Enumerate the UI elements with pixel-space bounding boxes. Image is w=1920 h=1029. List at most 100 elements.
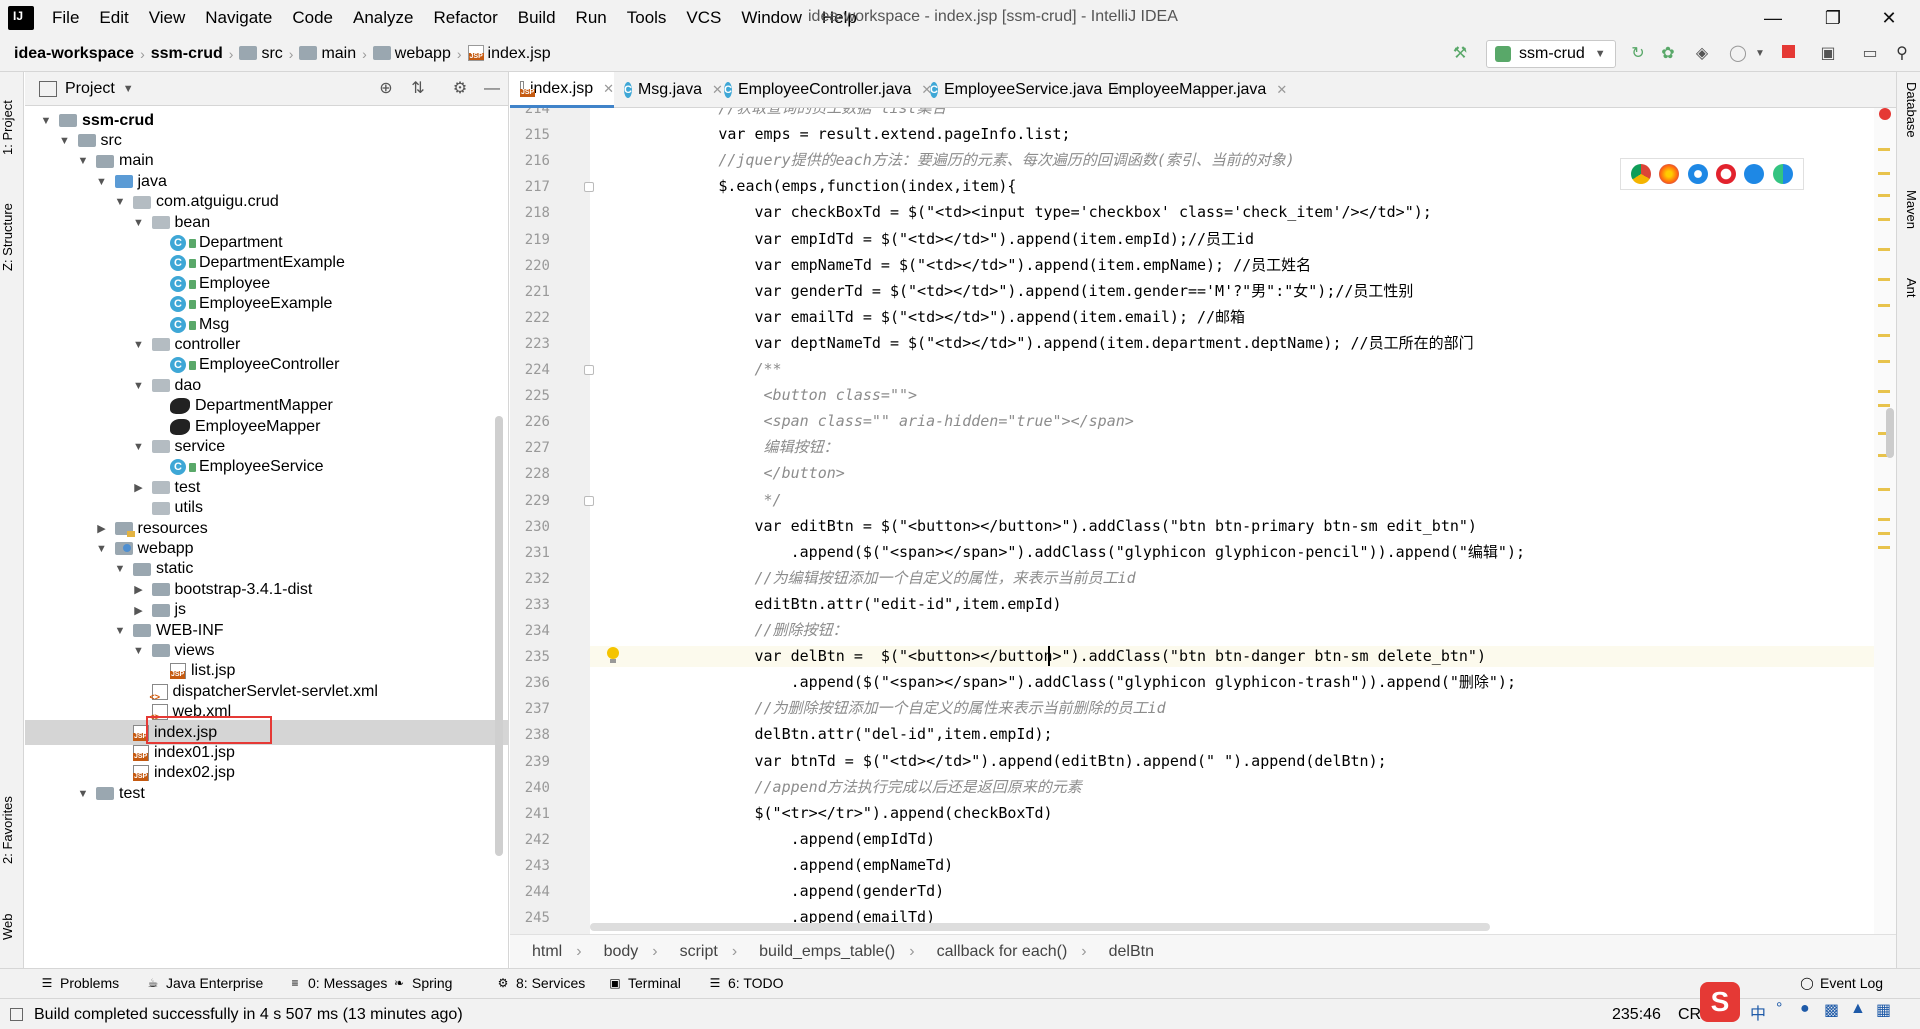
chevron-down-icon[interactable]: ▼ — [123, 83, 134, 95]
build-hammer-icon[interactable]: ⚒ — [1450, 44, 1470, 64]
menu-item-file[interactable]: File — [52, 8, 79, 28]
debug-icon[interactable]: ✿ — [1658, 44, 1678, 64]
tool-tab-database[interactable]: Database — [1899, 82, 1919, 168]
ie-icon[interactable] — [1744, 164, 1765, 184]
chevron-down-icon[interactable]: ▼ — [95, 176, 109, 188]
chevron-down-icon[interactable]: ▼ — [39, 115, 53, 127]
breadcrumb-item[interactable]: index.jsp — [467, 45, 551, 63]
status-message[interactable]: Build completed successfully in 4 s 507 … — [34, 1006, 463, 1024]
code-line[interactable]: editBtn.attr("edit-id",item.empId) — [610, 594, 1061, 615]
code-line[interactable]: .append($("<span></span>").addClass("gly… — [610, 542, 1525, 563]
tree-item[interactable]: ▼ test — [25, 781, 508, 806]
warning-marker[interactable] — [1878, 488, 1890, 491]
code-line[interactable]: //为删除按钮添加一个自定义的属性来表示当前删除的员工id — [610, 698, 1165, 719]
warning-marker[interactable] — [1878, 218, 1890, 221]
chevron-down-icon[interactable]: ▼ — [58, 135, 72, 147]
code-line[interactable]: delBtn.attr("del-id",item.empId); — [610, 724, 1052, 745]
chevron-down-icon[interactable]: ▼ — [95, 543, 109, 555]
tool-window-8-services[interactable]: ⚙ 8: Services — [496, 975, 586, 991]
ime-language-label[interactable]: 中 — [1750, 1000, 1766, 1024]
editor-tab[interactable]: index.jsp ✕ — [510, 72, 614, 108]
fold-marker-icon[interactable] — [584, 495, 594, 506]
chevron-down-icon[interactable]: ▼ — [76, 155, 90, 167]
menu-item-navigate[interactable]: Navigate — [205, 8, 272, 28]
apps-icon[interactable]: ▦ — [1876, 1000, 1891, 1020]
warning-marker[interactable] — [1878, 546, 1890, 549]
code-line[interactable]: var checkBoxTd = $("<td><input type='che… — [610, 202, 1431, 223]
tool-window-spring[interactable]: ❧ Spring — [392, 975, 453, 991]
editor-tab[interactable]: C Msg.java ✕ — [614, 72, 723, 108]
keyboard-icon[interactable]: ▩ — [1824, 1000, 1839, 1020]
chevron-right-icon[interactable]: ▶ — [95, 522, 109, 535]
ime-punct-icon[interactable]: ° — [1776, 1000, 1782, 1018]
run-configuration-select[interactable]: ssm-crud ▼ — [1486, 40, 1616, 68]
code-line[interactable]: var emps = result.extend.pageInfo.list; — [610, 124, 1070, 145]
presentation-icon[interactable]: ▭ — [1860, 44, 1880, 64]
chevron-right-icon[interactable]: ▶ — [132, 604, 146, 617]
tree-scrollbar[interactable] — [495, 416, 503, 856]
chevron-down-icon[interactable]: ▼ — [113, 196, 127, 208]
tool-window-6-todo[interactable]: ☰ 6: TODO — [708, 975, 784, 991]
code-breadcrumb-item[interactable]: build_emps_table() — [759, 943, 895, 961]
code-breadcrumb-item[interactable]: body — [604, 943, 639, 961]
minimize-icon[interactable]: — — [1750, 4, 1796, 32]
code-line[interactable]: var empIdTd = $("<td></td>").append(item… — [610, 229, 1254, 250]
warning-marker[interactable] — [1878, 194, 1890, 197]
menu-item-run[interactable]: Run — [576, 8, 607, 28]
warning-marker[interactable] — [1878, 334, 1890, 337]
warning-marker[interactable] — [1878, 148, 1890, 151]
code-line[interactable]: var empNameTd = $("<td></td>").append(it… — [610, 255, 1311, 276]
code-breadcrumb-item[interactable]: delBtn — [1109, 943, 1154, 961]
warning-marker[interactable] — [1878, 518, 1890, 521]
code-line[interactable]: /** — [610, 359, 781, 380]
editor-tab[interactable]: C EmployeeService.java ✕ — [920, 72, 1123, 108]
menu-item-vcs[interactable]: VCS — [686, 8, 721, 28]
tool-tab-web[interactable]: Web — [0, 902, 24, 952]
tool-window-problems[interactable]: ☰ Problems — [40, 975, 120, 991]
error-indicator-icon[interactable] — [1879, 108, 1891, 120]
breadcrumb-item[interactable]: ssm-crud — [151, 45, 223, 63]
code-line[interactable]: <button class=""> — [610, 385, 918, 406]
tool-tab-maven[interactable]: Maven — [1899, 190, 1919, 260]
chevron-down-icon[interactable]: ▼ — [76, 788, 90, 800]
hide-panel-icon[interactable]: — — [483, 80, 501, 98]
code-line[interactable]: //append方法执行完成以后还是返回原来的元素 — [610, 777, 1081, 798]
project-structure-icon[interactable]: ▣ — [1818, 44, 1838, 64]
fold-marker-icon[interactable] — [584, 182, 594, 193]
warning-marker[interactable] — [1878, 390, 1890, 393]
collapse-all-icon[interactable]: ⇅ — [409, 80, 427, 98]
tool-tab-structure[interactable]: Z: Structure — [0, 184, 24, 290]
sogou-ime-icon[interactable]: S — [1700, 982, 1740, 1022]
locate-icon[interactable]: ⊕ — [377, 80, 395, 98]
chevron-right-icon[interactable]: ▶ — [132, 481, 146, 494]
menu-item-tools[interactable]: Tools — [627, 8, 667, 28]
chevron-down-icon[interactable]: ▼ — [132, 441, 146, 453]
gear-icon[interactable]: ⚙ — [451, 80, 469, 98]
rerun-icon[interactable]: ↻ — [1628, 44, 1648, 64]
chevron-down-icon[interactable]: ▼ — [113, 625, 127, 637]
tool-tab-ant[interactable]: Ant — [1899, 278, 1919, 328]
chrome-icon[interactable] — [1631, 164, 1652, 184]
chevron-down-icon[interactable]: ▼ — [132, 380, 146, 392]
code-line[interactable]: .append(genderTd) — [610, 881, 945, 902]
warning-marker[interactable] — [1878, 304, 1890, 307]
code-line[interactable]: $("<tr></tr>").append(checkBoxTd) — [610, 803, 1052, 824]
status-toggle-icon[interactable] — [10, 1008, 23, 1021]
breadcrumb-item[interactable]: src — [239, 45, 283, 63]
code-line[interactable]: //获取查询的员工数据 list集合 — [610, 108, 946, 119]
menu-item-build[interactable]: Build — [518, 8, 556, 28]
stop-icon[interactable] — [1778, 44, 1798, 64]
warning-marker[interactable] — [1878, 172, 1890, 175]
code-line[interactable]: .append(empNameTd) — [610, 855, 954, 876]
warning-marker[interactable] — [1878, 278, 1890, 281]
breadcrumb-item[interactable]: idea-workspace — [14, 45, 134, 63]
vertical-scrollbar[interactable] — [1886, 408, 1894, 458]
editor-tab[interactable]: EmployeeMapper.java ✕ — [1092, 72, 1287, 108]
breadcrumb-item[interactable]: webapp — [372, 45, 451, 63]
code-line[interactable]: var editBtn = $("<button></button>").add… — [610, 516, 1476, 537]
code-line[interactable]: var btnTd = $("<td></td>").append(editBt… — [610, 751, 1386, 772]
maximize-icon[interactable]: ❐ — [1810, 4, 1856, 32]
code-line[interactable]: var genderTd = $("<td></td>").append(ite… — [610, 281, 1413, 302]
profile-icon[interactable]: ◯ — [1728, 44, 1748, 64]
caret-position[interactable]: 235:46 — [1612, 1006, 1661, 1024]
